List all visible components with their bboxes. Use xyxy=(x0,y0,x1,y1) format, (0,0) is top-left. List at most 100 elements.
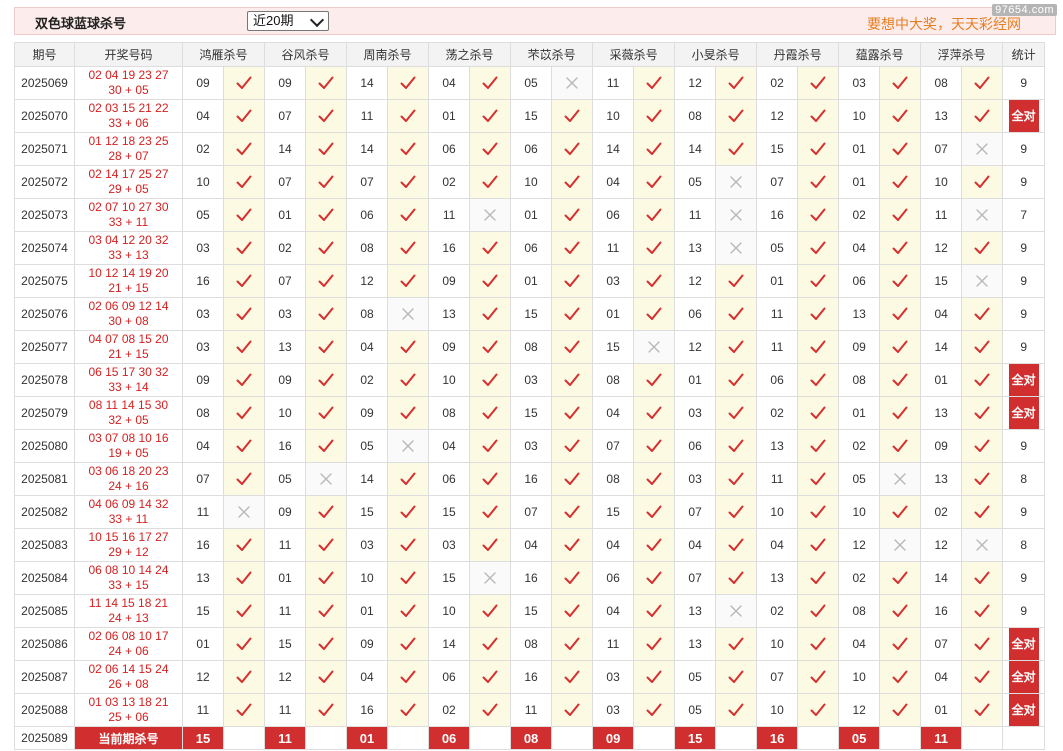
draw-line-1: 02 06 09 12 14 xyxy=(88,299,169,313)
check-icon xyxy=(715,363,758,397)
kill-number-cell: 06 xyxy=(756,363,799,397)
check-icon xyxy=(797,693,840,727)
stat-cell: 7 xyxy=(1002,198,1046,232)
draw-line-2: 24 + 13 xyxy=(108,611,149,625)
kill-number-cell: 08 xyxy=(838,363,881,397)
kill-number-cell: 06 xyxy=(838,264,881,298)
kill-number-cell: 12 xyxy=(920,231,963,265)
kill-number-cell: 08 xyxy=(592,462,635,496)
check-icon xyxy=(715,462,758,496)
check-icon xyxy=(222,330,266,364)
kill-number-cell: 06 xyxy=(428,462,471,496)
kill-number-cell: 12 xyxy=(674,66,717,100)
check-icon xyxy=(715,627,758,661)
kill-number-cell: 10 xyxy=(264,396,307,430)
check-icon xyxy=(633,660,676,694)
kill-number-cell: 15 xyxy=(510,594,553,628)
check-icon xyxy=(551,495,594,529)
check-icon xyxy=(715,99,758,133)
cross-icon xyxy=(715,198,758,232)
kill-number-cell: 06 xyxy=(428,660,471,694)
table-header-row: 期号 开奖号码 鸿雁杀号 谷风杀号 周南杀号 荡之杀号 芣苡杀号 采薇杀号 小旻杀号 丹霞杀号… xyxy=(14,42,1046,67)
check-icon xyxy=(305,99,348,133)
check-icon xyxy=(551,429,594,463)
check-icon xyxy=(305,693,348,727)
check-icon xyxy=(469,594,512,628)
check-icon xyxy=(469,99,512,133)
stat-value: 9 xyxy=(1020,439,1027,453)
draw-line-1: 06 15 17 30 32 xyxy=(88,365,169,379)
period-cell: 2025082 xyxy=(14,495,75,529)
period-cell: 2025080 xyxy=(14,429,75,463)
empty-cell xyxy=(551,726,594,750)
check-icon xyxy=(305,528,348,562)
current-kill-number: 15 xyxy=(182,726,224,750)
period-range-select[interactable]: 近20期 xyxy=(247,11,329,31)
empty-cell xyxy=(469,726,512,750)
draw-numbers-cell: 02 14 17 25 27 29 + 05 xyxy=(74,165,183,199)
kill-number-cell: 04 xyxy=(756,528,799,562)
check-icon xyxy=(961,594,1004,628)
draw-line-2: 33 + 13 xyxy=(108,248,149,262)
kill-number-cell: 03 xyxy=(346,528,389,562)
kill-number-cell: 07 xyxy=(756,660,799,694)
draw-numbers-cell: 11 14 15 18 21 24 + 13 xyxy=(74,594,183,628)
draw-numbers-cell: 06 08 10 14 24 33 + 15 xyxy=(74,561,183,595)
kill-number-cell: 02 xyxy=(838,198,881,232)
period-cell: 2025085 xyxy=(14,594,75,628)
check-icon xyxy=(305,594,348,628)
check-icon xyxy=(387,330,430,364)
check-icon xyxy=(961,660,1004,694)
cross-icon xyxy=(715,231,758,265)
check-icon xyxy=(633,99,676,133)
kill-number-cell: 04 xyxy=(428,66,471,100)
kill-number-cell: 10 xyxy=(592,99,635,133)
kill-number-cell: 07 xyxy=(264,165,307,199)
period-cell: 2025070 xyxy=(14,99,75,133)
check-icon xyxy=(222,594,266,628)
kill-number-cell: 12 xyxy=(920,528,963,562)
draw-line-2: 19 + 05 xyxy=(108,446,149,460)
header-stat: 统计 xyxy=(1002,42,1046,67)
kill-number-cell: 13 xyxy=(920,462,963,496)
check-icon xyxy=(797,594,840,628)
kill-number-cell: 01 xyxy=(510,264,553,298)
check-icon xyxy=(222,66,266,100)
check-icon xyxy=(469,297,512,331)
current-kill-number: 15 xyxy=(674,726,717,750)
check-icon xyxy=(305,495,348,529)
kill-number-cell: 16 xyxy=(182,264,224,298)
check-icon xyxy=(222,198,266,232)
kill-number-cell: 01 xyxy=(838,132,881,166)
check-icon xyxy=(551,363,594,397)
stat-value: 9 xyxy=(1020,241,1027,255)
kill-number-cell: 08 xyxy=(346,297,389,331)
site-watermark: 97654.com xyxy=(992,4,1057,16)
cross-icon xyxy=(551,66,594,100)
table-row: 2025087 02 06 14 15 24 26 + 08 12 12 04 06 16 03… xyxy=(14,660,1046,694)
cross-icon xyxy=(961,198,1004,232)
table-row: 2025083 10 15 16 17 27 29 + 12 16 11 03 03 04 04… xyxy=(14,528,1046,562)
kill-number-cell: 09 xyxy=(182,66,224,100)
stat-cell: 9 xyxy=(1002,330,1046,364)
check-icon xyxy=(797,561,840,595)
kill-number-cell: 10 xyxy=(510,165,553,199)
draw-numbers-cell: 02 06 14 15 24 26 + 08 xyxy=(74,660,183,694)
kill-number-cell: 07 xyxy=(674,495,717,529)
check-icon xyxy=(222,99,266,133)
cross-icon xyxy=(222,495,266,529)
check-icon xyxy=(551,462,594,496)
kill-number-cell: 07 xyxy=(182,462,224,496)
kill-number-cell: 14 xyxy=(346,462,389,496)
kill-number-cell: 05 xyxy=(674,165,717,199)
kill-number-cell: 14 xyxy=(264,132,307,166)
kill-number-cell: 03 xyxy=(838,66,881,100)
kill-number-cell: 04 xyxy=(182,99,224,133)
cross-icon xyxy=(961,132,1004,166)
check-icon xyxy=(879,297,922,331)
kill-number-cell: 03 xyxy=(182,231,224,265)
empty-stat-cell xyxy=(1002,726,1046,750)
check-icon xyxy=(387,132,430,166)
kill-number-cell: 07 xyxy=(510,495,553,529)
check-icon xyxy=(879,99,922,133)
